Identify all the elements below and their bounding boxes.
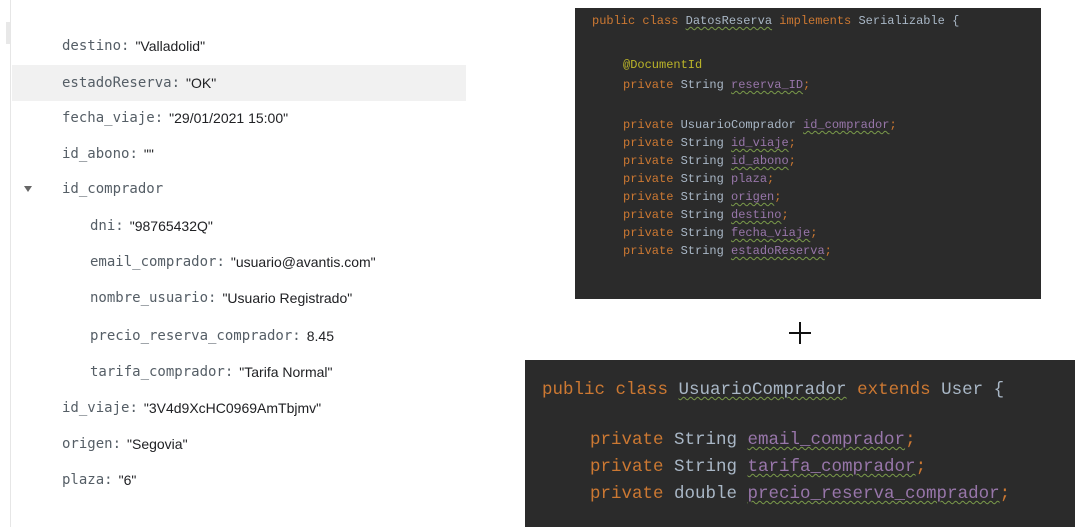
field-value: "6" [118, 472, 137, 488]
firestore-document-tree: destino: "Valladolid" estadoReserva: "OK" … [0, 0, 470, 527]
field-key: fecha_viaje [62, 110, 155, 126]
code-line: private String plaza; [623, 172, 775, 186]
field-id-abono[interactable]: id_abono: "" [62, 136, 466, 172]
field-value: "98765432Q" [129, 218, 213, 234]
field-key: estadoReserva [62, 75, 172, 91]
field-tarifa-comprador[interactable]: tarifa_comprador: "Tarifa Normal" [90, 354, 466, 390]
code-line: private String id_abono; [623, 154, 796, 168]
field-key: id_viaje [62, 400, 130, 416]
code-line: private String reserva_ID; [623, 78, 811, 92]
field-key: destino [62, 38, 122, 54]
field-id-comprador[interactable]: id_comprador [62, 171, 466, 207]
field-value: "3V4d9XcHC0969AmTbjmv" [143, 400, 322, 416]
field-fecha-viaje[interactable]: fecha_viaje: "29/01/2021 15:00" [62, 100, 466, 136]
field-destino[interactable]: destino: "Valladolid" [62, 28, 466, 64]
annotation-line: @DocumentId [623, 58, 703, 72]
field-value: "Valladolid" [135, 38, 206, 54]
field-origen[interactable]: origen: "Segovia" [62, 426, 466, 462]
field-value: "Usuario Registrado" [222, 290, 353, 306]
field-value: "Segovia" [127, 436, 188, 452]
field-value: "Tarifa Normal" [239, 364, 333, 380]
field-value: "29/01/2021 15:00" [169, 110, 289, 126]
field-estadoReserva[interactable]: estadoReserva: "OK" [12, 65, 466, 101]
field-value: "OK" [186, 75, 217, 91]
field-id-viaje[interactable]: id_viaje: "3V4d9XcHC0969AmTbjmv" [62, 390, 466, 426]
field-precio-reserva-comprador[interactable]: precio_reserva_comprador:8.45 [90, 318, 466, 354]
field-key: nombre_usuario [90, 290, 209, 306]
code-panel-usuario-comprador: public class UsuarioComprador extends Us… [525, 360, 1075, 527]
code-line: private String destino; [623, 208, 789, 222]
plus-icon [789, 322, 811, 344]
field-value: 8.45 [306, 328, 334, 344]
code-line: private UsuarioComprador id_comprador; [623, 118, 897, 132]
field-plaza[interactable]: plaza: "6" [62, 462, 466, 498]
field-value: "" [143, 146, 154, 162]
code-line: private String email_comprador; [590, 430, 916, 450]
code-line: private double precio_reserva_comprador; [590, 484, 1011, 504]
field-key: email_comprador [90, 254, 217, 270]
code-line: private String estadoReserva; [623, 244, 832, 258]
field-key: id_comprador [62, 181, 164, 197]
caret-down-icon[interactable] [24, 186, 32, 192]
class-declaration: public class DatosReserva implements Ser… [592, 14, 960, 28]
field-value: "usuario@avantis.com" [230, 254, 376, 270]
code-line: private String id_viaje; [623, 136, 796, 150]
code-line: private String origen; [623, 190, 782, 204]
field-key: tarifa_comprador [90, 364, 225, 380]
field-key: precio_reserva_comprador [90, 328, 293, 344]
tree-gutter-line [10, 0, 11, 527]
field-email-comprador[interactable]: email_comprador: "usuario@avantis.com" [90, 244, 466, 280]
class-declaration: public class UsuarioComprador extends Us… [542, 380, 1005, 400]
field-key: dni [90, 218, 116, 234]
field-key: plaza [62, 472, 105, 488]
field-nombre-usuario[interactable]: nombre_usuario: "Usuario Registrado" [90, 280, 466, 316]
field-key: origen [62, 436, 113, 452]
code-line: private String fecha_viaje; [623, 226, 818, 240]
code-line: private String tarifa_comprador; [590, 457, 927, 477]
field-key: id_abono [62, 146, 130, 162]
field-dni[interactable]: dni: "98765432Q" [90, 208, 466, 244]
code-panel-datos-reserva: public class DatosReserva implements Ser… [575, 8, 1041, 299]
